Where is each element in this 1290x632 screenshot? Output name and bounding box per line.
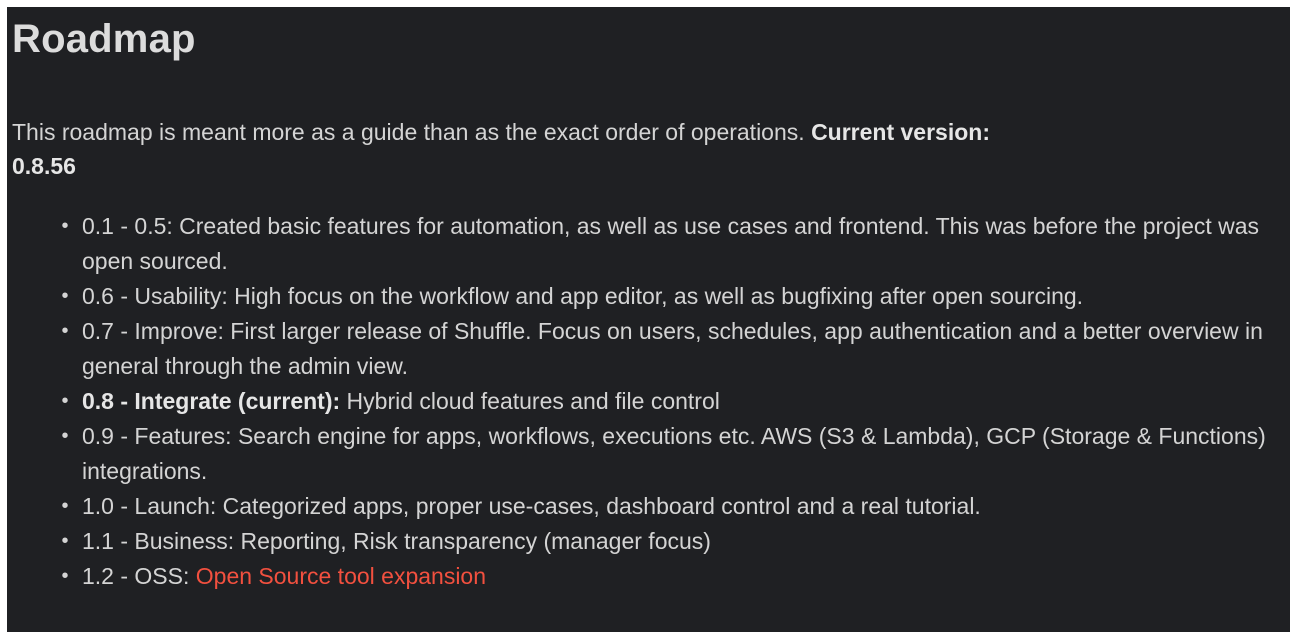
intro-text: This roadmap is meant more as a guide th…	[12, 119, 812, 145]
list-item-text: 0.7 - Improve: First larger release of S…	[82, 318, 1263, 379]
list-item: • 0.6 - Usability: High focus on the wor…	[61, 279, 1272, 314]
list-item-text: 1.2 - OSS:	[82, 563, 196, 589]
list-item-current: • 0.8 - Integrate (current): Hybrid clou…	[61, 384, 1272, 419]
roadmap-list: • 0.1 - 0.5: Created basic features for …	[12, 209, 1290, 594]
current-version-value: 0.8.56	[12, 153, 76, 179]
list-item-text: 0.1 - 0.5: Created basic features for au…	[82, 213, 1260, 274]
bullet-icon: •	[61, 285, 69, 307]
current-version-label: Current version:	[811, 119, 990, 145]
list-item: • 1.2 - OSS: Open Source tool expansion	[61, 559, 1272, 594]
list-item-text: 0.9 - Features: Search engine for apps, …	[82, 423, 1266, 484]
list-item-strong: 0.8 - Integrate (current):	[82, 388, 341, 414]
bullet-icon: •	[61, 390, 69, 412]
bullet-icon: •	[61, 530, 69, 552]
list-item-text: 1.1 - Business: Reporting, Risk transpar…	[82, 528, 711, 554]
bullet-icon: •	[61, 320, 69, 342]
list-item: • 0.7 - Improve: First larger release of…	[61, 314, 1272, 384]
list-item: • 1.0 - Launch: Categorized apps, proper…	[61, 489, 1272, 524]
list-item-text: 1.0 - Launch: Categorized apps, proper u…	[82, 493, 981, 519]
roadmap-panel: Roadmap This roadmap is meant more as a …	[7, 7, 1290, 632]
list-item: • 0.9 - Features: Search engine for apps…	[61, 419, 1272, 489]
bullet-icon: •	[61, 215, 69, 237]
list-item-text: Hybrid cloud features and file control	[340, 388, 720, 414]
bullet-icon: •	[61, 495, 69, 517]
intro-paragraph: This roadmap is meant more as a guide th…	[12, 115, 1252, 183]
bullet-icon: •	[61, 565, 69, 587]
list-item-text: 0.6 - Usability: High focus on the workf…	[82, 283, 1084, 309]
bullet-icon: •	[61, 425, 69, 447]
open-source-link[interactable]: Open Source tool expansion	[196, 563, 486, 589]
list-item: • 0.1 - 0.5: Created basic features for …	[61, 209, 1272, 279]
page-title: Roadmap	[12, 17, 196, 61]
list-item: • 1.1 - Business: Reporting, Risk transp…	[61, 524, 1272, 559]
